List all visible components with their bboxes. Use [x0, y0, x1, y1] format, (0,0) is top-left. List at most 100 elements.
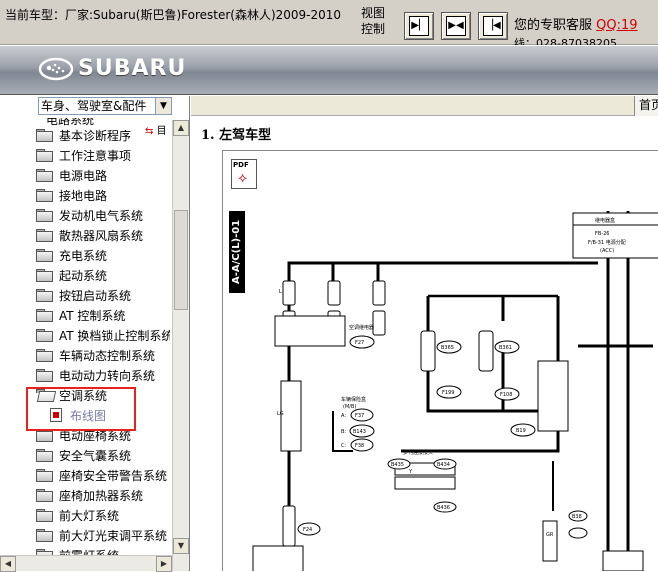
- current-car-label: 当前车型：厂家:Subaru(斯巴鲁)Forester(森林人)2009-201…: [5, 8, 342, 22]
- subaru-logo-text: SUBARU: [78, 56, 187, 81]
- f38-label: F38: [355, 443, 364, 449]
- first-page-button[interactable]: ▶▏: [404, 12, 434, 40]
- folder-icon: [36, 189, 53, 202]
- f199-label: F199: [442, 390, 454, 396]
- sidebar-mini-toolbar[interactable]: ⇆ 目: [145, 122, 171, 139]
- tree-item[interactable]: 散热器风扇系统: [36, 226, 143, 244]
- tree-item-label: 座椅安全带警告系统: [59, 468, 168, 483]
- b38-label: B38: [572, 514, 582, 520]
- wiring-schematic: 继电器盒 FB-26 F/B-31 电源分配 (ACC) 空调继电器 F27 B…: [252, 211, 658, 571]
- support-label: 您的专职客服: [514, 18, 593, 33]
- tree-item[interactable]: 起动系统: [36, 266, 107, 284]
- folder-icon: [36, 509, 53, 522]
- tree-item[interactable]: AT 控制系统: [36, 306, 125, 324]
- sidebar-scrollbar[interactable]: ▲ ▼: [172, 120, 189, 571]
- tree-item-label: 接地电路: [59, 188, 108, 203]
- sidebar: 车身、驾驶室&配件 ▼ 电路系统 基本诊断程序 工作注意事项 电源电路 接地电路…: [0, 96, 190, 571]
- b361-label: B361: [499, 345, 512, 351]
- mini-tool-label: 目: [156, 126, 167, 137]
- folder-icon: [36, 129, 53, 142]
- tree-item[interactable]: 座椅安全带警告系统: [36, 466, 167, 484]
- tree-item[interactable]: 发动机电气系统: [36, 206, 143, 224]
- b-label: B:: [341, 429, 346, 435]
- prev-page-button[interactable]: ▕◀: [478, 12, 508, 40]
- scroll-left-icon[interactable]: ◀: [0, 556, 16, 572]
- folder-icon: [36, 329, 53, 342]
- chevron-down-icon[interactable]: ▼: [155, 98, 171, 114]
- tree-view: 电路系统 基本诊断程序 工作注意事项 电源电路 接地电路 发动机电气系统 散热器…: [0, 118, 170, 568]
- tree-item[interactable]: 电源电路: [36, 166, 107, 184]
- c-label: C:: [341, 443, 346, 449]
- tree-item[interactable]: 工作注意事项: [36, 146, 131, 164]
- folder-icon: [36, 169, 53, 182]
- scroll-up-icon[interactable]: ▲: [173, 120, 189, 136]
- subaru-logo: SUBARU: [38, 56, 186, 81]
- f27-label: F27: [355, 340, 364, 346]
- swap-icon: ⇆: [145, 126, 154, 137]
- tree-item-label: 前大灯系统: [59, 508, 120, 523]
- folder-icon: [36, 349, 53, 362]
- mb-label: (M/B): [343, 404, 356, 410]
- b434-label: B434: [437, 462, 450, 468]
- highlight-annotation: [26, 387, 136, 431]
- expand-icon: ▶◀: [446, 16, 466, 36]
- support-text: 您的专职客服 QQ:19: [514, 14, 638, 33]
- tree-item-label: 基本诊断程序: [59, 128, 132, 143]
- support-phone: 线：028-87038205: [514, 37, 617, 45]
- toggle-view-button[interactable]: ▶◀: [441, 12, 471, 40]
- tree-item[interactable]: 基本诊断程序: [36, 126, 131, 144]
- step-back-icon: ▕◀: [483, 16, 503, 36]
- category-select[interactable]: 车身、驾驶室&配件 ▼: [38, 97, 172, 115]
- f24-label: F24: [303, 527, 312, 533]
- tree-item[interactable]: 电动动力转向系统: [36, 366, 155, 384]
- sidebar-hscrollbar[interactable]: ◀ ▶: [0, 555, 172, 572]
- scroll-down-icon[interactable]: ▼: [173, 538, 189, 554]
- section-title: 1. 左驾车型: [201, 128, 272, 143]
- tree-item-label: AT 控制系统: [59, 308, 126, 323]
- fb31-label: F/B-31 电源分配: [588, 239, 626, 246]
- f37-label: F37: [355, 413, 364, 419]
- top-toolbar: 当前车型：厂家:Subaru(斯巴鲁)Forester(森林人)2009-201…: [0, 0, 658, 45]
- tree-item-label: 电动动力转向系统: [59, 368, 156, 383]
- b143-label: B143: [353, 429, 366, 435]
- fuse-box-label: 车辆保险盒: [341, 396, 366, 403]
- scroll-right-icon[interactable]: ▶: [156, 556, 172, 572]
- tree-item-label: 发动机电气系统: [59, 208, 144, 223]
- fb26-label: FB-26: [595, 231, 609, 237]
- tree-item[interactable]: AT 换档锁止控制系统: [36, 326, 170, 344]
- tree-item[interactable]: 安全气囊系统: [36, 446, 131, 464]
- folder-icon: [36, 309, 53, 322]
- home-button[interactable]: 首页: [634, 96, 658, 116]
- tree-item-label: 充电系统: [59, 248, 108, 263]
- step-forward-icon: ▶▏: [409, 16, 429, 36]
- b435-label: B435: [391, 462, 404, 468]
- tree-item-label: AT 换档锁止控制系统: [59, 328, 170, 343]
- tree-item[interactable]: 前大灯光束调平系统: [36, 526, 167, 544]
- category-select-value: 车身、驾驶室&配件: [41, 99, 147, 113]
- folder-icon: [36, 369, 53, 382]
- tree-item-label: 电源电路: [59, 168, 108, 183]
- folder-icon: [36, 449, 53, 462]
- content-header-bar: [191, 96, 658, 116]
- tree-item[interactable]: 按钮启动系统: [36, 286, 131, 304]
- acc-label: (ACC): [600, 248, 614, 254]
- tree-item[interactable]: 前大灯系统: [36, 506, 119, 524]
- wire-l-label: L: [279, 289, 282, 295]
- support-qq-link[interactable]: QQ:19: [596, 18, 637, 33]
- tree-item-label: 按钮启动系统: [59, 288, 132, 303]
- relay-box-title: 继电器盒: [595, 217, 615, 224]
- folder-icon: [36, 249, 53, 262]
- tree-item[interactable]: 座椅加热器系统: [36, 486, 143, 504]
- folder-icon: [36, 289, 53, 302]
- tree-item[interactable]: 接地电路: [36, 186, 107, 204]
- tree-item-label: 工作注意事项: [59, 148, 132, 163]
- folder-icon: [36, 269, 53, 282]
- tree-item[interactable]: 车辆动态控制系统: [36, 346, 155, 364]
- folder-icon: [36, 229, 53, 242]
- wire-lg-label: LG: [277, 411, 284, 417]
- brand-bar: SUBARU: [0, 46, 658, 95]
- scroll-thumb[interactable]: [174, 210, 188, 310]
- tree-item-label: 安全气囊系统: [59, 448, 132, 463]
- tree-item[interactable]: 充电系统: [36, 246, 107, 264]
- a-label: A:: [341, 413, 346, 419]
